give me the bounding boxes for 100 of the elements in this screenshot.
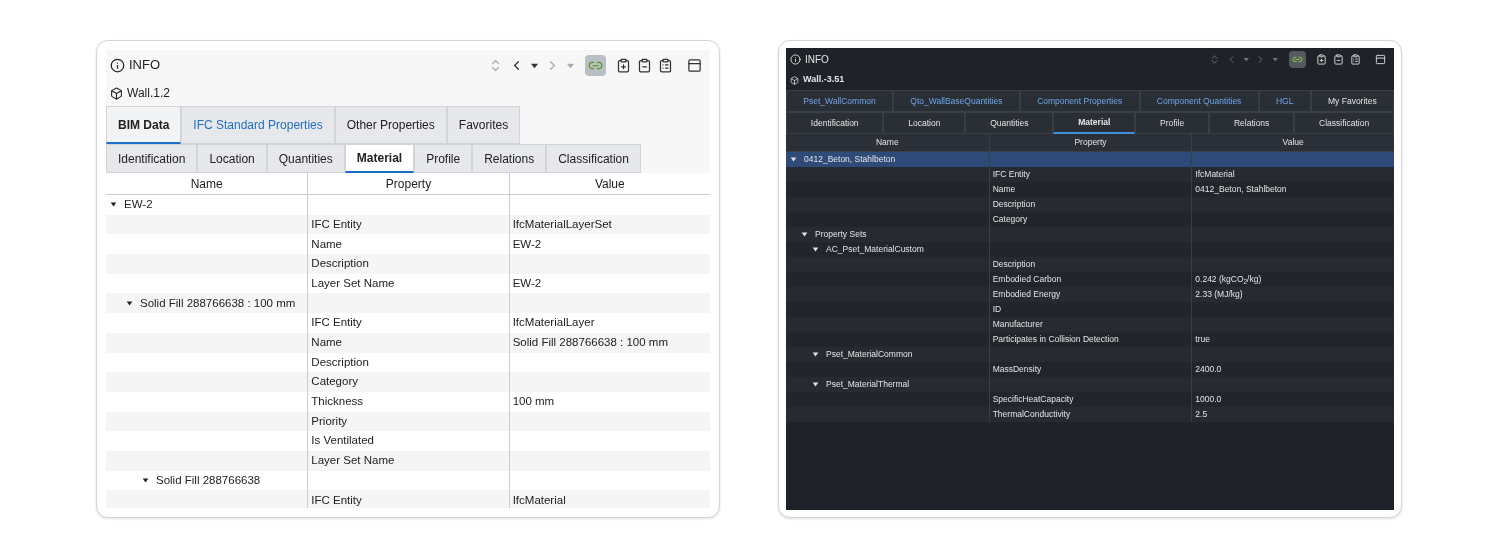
panel-title: INFO [129, 56, 161, 75]
tab[interactable]: Relations [472, 144, 547, 173]
tree-node-label[interactable]: Solid Fill 288766638 [156, 471, 261, 490]
clipboard-add-icon[interactable] [1316, 53, 1327, 65]
property-value: IfcMaterialLayerSet [512, 216, 612, 232]
property-value: 0.242 (kgCO$_{2}$/kg) [1195, 273, 1262, 286]
tab[interactable]: Profile [414, 144, 473, 173]
property-value: Solid Fill 288766638 : 100 mm [512, 335, 668, 351]
column-header: Property [385, 175, 432, 193]
tab[interactable]: Material [1053, 112, 1136, 134]
tab[interactable]: IFC Standard Properties [181, 106, 335, 144]
clipboard-add-icon[interactable] [616, 57, 631, 73]
expanded-triangle-icon[interactable] [110, 201, 117, 209]
property-name: Name [992, 183, 1016, 196]
property-value: 1000.0 [1195, 393, 1222, 406]
column-header: Name [876, 136, 899, 149]
column-header: Property [1074, 136, 1107, 149]
tab[interactable]: Component Quantities [1139, 90, 1259, 112]
property-name: Description [992, 258, 1036, 271]
tab[interactable]: Pset_WallCommon [786, 90, 893, 112]
tab[interactable]: Classification [1294, 112, 1395, 134]
tab[interactable]: Favorites [446, 106, 521, 144]
tab[interactable]: HGL [1258, 90, 1311, 112]
clipboard-remove-icon[interactable] [637, 57, 652, 73]
info-icon [110, 57, 125, 73]
expanded-triangle-icon[interactable] [812, 381, 819, 388]
tree-node-label[interactable]: Pset_MaterialThermal [826, 378, 910, 391]
tab[interactable]: Component Properties [1019, 90, 1140, 112]
property-value: true [1195, 333, 1210, 346]
property-value: IfcMaterial [1195, 168, 1235, 181]
expanded-triangle-icon[interactable] [126, 299, 133, 307]
tree-node-label[interactable]: AC_Pset_MaterialCustom [826, 243, 924, 256]
property-name: Category [311, 374, 358, 390]
property-name: Thickness [311, 394, 364, 410]
tab[interactable]: My Favorites [1310, 90, 1394, 112]
property-value: 2400.0 [1195, 363, 1222, 376]
property-name: Name [311, 236, 342, 252]
expanded-triangle-icon[interactable] [812, 351, 819, 358]
clipboard-remove-icon[interactable] [1333, 53, 1344, 65]
expanded-triangle-icon[interactable] [142, 476, 149, 484]
property-value: 0412_Beton, Stahlbeton [1195, 183, 1287, 196]
tab[interactable]: BIM Data [106, 106, 182, 144]
property-name: IFC Entity [311, 492, 362, 508]
object-name: Wall.-3.51 [803, 73, 845, 87]
property-name: IFC Entity [992, 168, 1030, 181]
property-name: ID [992, 303, 1002, 316]
property-name: Embodied Carbon [992, 273, 1062, 286]
property-value: EW-2 [512, 236, 542, 252]
panel-title: INFO [805, 52, 829, 67]
tree-node-label[interactable]: EW-2 [124, 196, 153, 214]
clipboard-list-icon[interactable] [658, 57, 673, 73]
tab[interactable]: Identification [786, 112, 884, 134]
tab[interactable]: Material [344, 144, 415, 173]
property-name: Priority [311, 413, 348, 429]
property-value: 2.33 (MJ/kg) [1195, 288, 1243, 301]
column-header: Value [594, 175, 625, 193]
clipboard-list-icon[interactable] [1350, 53, 1361, 65]
tab[interactable]: Quantities [965, 112, 1054, 134]
object-name: Wall.1.2 [127, 85, 170, 102]
expanded-triangle-icon[interactable] [790, 156, 797, 163]
tab[interactable]: Identification [106, 144, 198, 173]
tab[interactable]: Qto_WallBaseQuantities [893, 90, 1020, 112]
property-value: EW-2 [512, 275, 542, 291]
tab[interactable]: Profile [1135, 112, 1210, 134]
column-header: Name [190, 175, 223, 193]
property-name: Description [992, 198, 1036, 211]
property-name: SpecificHeatCapacity [992, 393, 1074, 406]
property-name: MassDensity [992, 363, 1042, 376]
property-name: Description [311, 354, 369, 370]
tab[interactable]: Other Properties [334, 106, 447, 144]
column-header: Value [1282, 136, 1304, 149]
expanded-triangle-icon[interactable] [801, 231, 808, 238]
property-name: Layer Set Name [311, 275, 395, 291]
property-name: Category [992, 213, 1028, 226]
property-name: Manufacturer [992, 318, 1043, 331]
window-icon[interactable] [687, 57, 702, 73]
tree-node-label[interactable]: Property Sets [815, 228, 867, 241]
tab[interactable]: Quantities [266, 144, 345, 173]
property-name: ThermalConductivity [992, 408, 1071, 421]
tree-node-label[interactable]: Pset_MaterialCommon [826, 348, 913, 361]
property-name: Is Ventilated [311, 433, 374, 449]
tab[interactable]: Relations [1209, 112, 1295, 134]
property-name: IFC Entity [311, 216, 362, 232]
tab[interactable]: Location [197, 144, 267, 173]
tree-node-label[interactable]: Solid Fill 288766638 : 100 mm [140, 294, 296, 312]
expanded-triangle-icon[interactable] [812, 246, 819, 253]
tab[interactable]: Location [883, 112, 966, 134]
tab[interactable]: Classification [546, 144, 641, 173]
property-name: IFC Entity [311, 315, 362, 331]
tree-node-label[interactable]: 0412_Beton, Stahlbeton [804, 153, 896, 166]
property-name: Layer Set Name [311, 453, 395, 469]
property-value: IfcMaterialLayer [512, 315, 595, 331]
link-toggle-button[interactable] [1289, 50, 1306, 68]
property-name: Description [311, 256, 369, 272]
info-icon [790, 53, 801, 65]
property-value: IfcMaterial [512, 492, 566, 508]
property-name: Name [311, 335, 342, 351]
property-value: 2.5 [1195, 408, 1208, 421]
link-toggle-button[interactable] [585, 54, 606, 76]
property-value: 100 mm [512, 394, 555, 410]
